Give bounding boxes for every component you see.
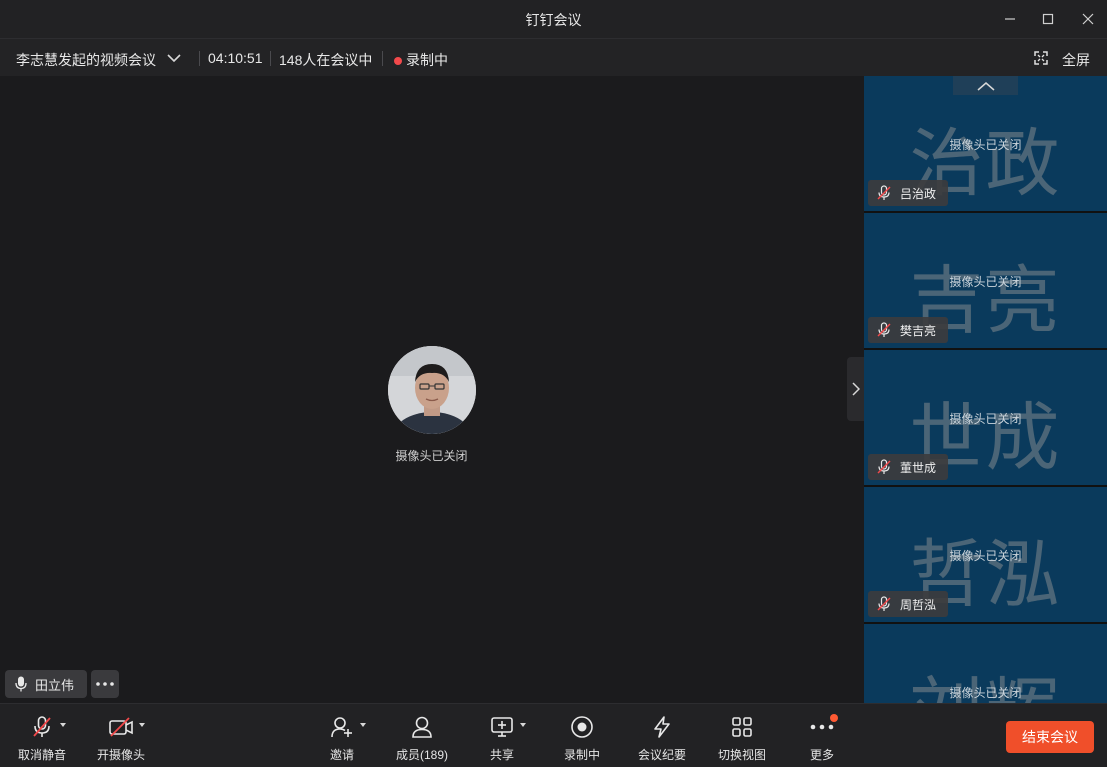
- close-button[interactable]: [1077, 8, 1099, 30]
- meeting-minutes-button[interactable]: 会议纪要: [622, 714, 702, 763]
- chevron-up-icon: [977, 81, 994, 91]
- speaker-more-button[interactable]: [91, 670, 119, 698]
- participant-tile[interactable]: 世成 摄像头已关闭 董世成: [864, 350, 1107, 485]
- camera-off-text: 摄像头已关闭: [949, 138, 1022, 152]
- camera-on-label: 开摄像头: [96, 748, 145, 762]
- camera-off-text: 摄像头已关闭: [949, 275, 1022, 289]
- participant-name: 樊吉亮: [900, 323, 937, 338]
- camera-off-text: 摄像头已关闭: [395, 449, 468, 463]
- participant-tile[interactable]: 刘辉 摄像头已关闭: [864, 624, 1107, 703]
- add-user-icon: [331, 717, 352, 738]
- scroll-up-button[interactable]: [953, 76, 1018, 95]
- bottom-toolbar: 取消静音 开摄像头 邀请 成员(189) 共享 录制中 会议纪要 切换视图 更多…: [0, 703, 1107, 767]
- switch-view-button[interactable]: 切换视图: [702, 714, 782, 763]
- participant-count[interactable]: 148人在会议中: [279, 50, 372, 70]
- participant-name: 董世成: [900, 460, 937, 475]
- switch-view-label: 切换视图: [717, 748, 766, 762]
- microphone-icon: [15, 676, 27, 692]
- recording-label: 录制中: [563, 748, 600, 762]
- share-button[interactable]: 共享: [462, 714, 542, 763]
- more-button[interactable]: 更多: [782, 714, 862, 763]
- participant-name-label: 周哲泓: [868, 591, 949, 617]
- divider: [199, 51, 200, 66]
- camera-off-text: 摄像头已关闭: [949, 412, 1022, 426]
- participant-tile[interactable]: 哲泓 摄像头已关闭 周哲泓: [864, 487, 1107, 622]
- members-button[interactable]: 成员(189): [382, 714, 462, 763]
- caret-down-icon[interactable]: [360, 723, 366, 727]
- ellipsis-icon: [96, 682, 114, 686]
- meeting-minutes-label: 会议纪要: [637, 748, 686, 762]
- camera-on-button[interactable]: 开摄像头: [81, 714, 161, 763]
- unmute-button[interactable]: 取消静音: [2, 714, 82, 763]
- participant-tile[interactable]: 治政 摄像头已关闭 吕治政: [864, 76, 1107, 211]
- speaker-name-chip[interactable]: 田立伟: [5, 670, 87, 698]
- ellipsis-icon: [810, 724, 834, 730]
- recording-dot-icon: [394, 57, 402, 65]
- chevron-right-icon: [852, 382, 860, 396]
- caret-down-icon[interactable]: [520, 723, 526, 727]
- maximize-icon: [1042, 13, 1054, 25]
- maximize-button[interactable]: [1037, 8, 1059, 30]
- avatar: [388, 346, 476, 434]
- user-photo: [388, 346, 476, 434]
- participant-name-label: 樊吉亮: [868, 317, 949, 343]
- recording-button[interactable]: 录制中: [542, 714, 622, 763]
- members-label: 成员(189): [395, 748, 448, 762]
- main-video-stage: 摄像头已关闭 田立伟: [0, 76, 863, 703]
- mic-muted-icon: [33, 716, 51, 737]
- participant-panel: 治政 摄像头已关闭 吕治政 吉亮 摄像头已关闭 樊吉亮 世成 摄像头已关闭 董世…: [864, 76, 1107, 703]
- lightning-icon: [654, 716, 670, 738]
- recording-status: 录制中: [406, 52, 448, 68]
- notification-dot-icon: [830, 714, 838, 722]
- mic-muted-icon: [877, 185, 891, 200]
- caret-down-icon[interactable]: [60, 723, 66, 727]
- meeting-info-bar: 李志慧发起的视频会议 04:10:51 148人在会议中 录制中 全屏: [0, 38, 1107, 76]
- end-meeting-button[interactable]: 结束会议: [1006, 721, 1094, 753]
- speaker-name: 田立伟: [35, 677, 75, 693]
- participant-name-label: 董世成: [868, 454, 949, 480]
- share-label: 共享: [489, 748, 514, 762]
- camera-off-icon: [109, 717, 133, 737]
- mic-muted-icon: [877, 322, 891, 337]
- participant-name: 周哲泓: [900, 597, 937, 612]
- collapse-panel-button[interactable]: [847, 357, 865, 421]
- fullscreen-icon[interactable]: [1034, 51, 1048, 65]
- caret-down-icon[interactable]: [139, 723, 145, 727]
- chevron-down-icon[interactable]: [166, 51, 182, 65]
- participant-name: 吕治政: [900, 186, 937, 201]
- more-label: 更多: [809, 748, 834, 762]
- participant-name-label: 吕治政: [868, 180, 949, 206]
- mic-muted-icon: [877, 459, 891, 474]
- participant-tile[interactable]: 吉亮 摄像头已关闭 樊吉亮: [864, 213, 1107, 348]
- mic-muted-icon: [877, 596, 891, 611]
- camera-off-text: 摄像头已关闭: [949, 549, 1022, 563]
- record-icon: [571, 716, 593, 738]
- user-icon: [412, 716, 432, 738]
- meeting-name: 李志慧发起的视频会议: [16, 52, 156, 68]
- invite-button[interactable]: 邀请: [302, 714, 382, 763]
- grid-icon: [732, 717, 752, 737]
- meeting-duration: 04:10:51: [208, 50, 263, 66]
- fullscreen-button[interactable]: 全屏: [1062, 50, 1090, 70]
- invite-label: 邀请: [329, 748, 354, 762]
- divider: [270, 51, 271, 66]
- minimize-icon: [1005, 18, 1015, 20]
- title-bar: 钉钉会议: [0, 0, 1107, 38]
- minimize-button[interactable]: [999, 8, 1021, 30]
- window-title: 钉钉会议: [525, 12, 582, 28]
- unmute-label: 取消静音: [17, 748, 66, 762]
- divider: [382, 51, 383, 66]
- camera-off-text: 摄像头已关闭: [949, 686, 1022, 700]
- share-screen-icon: [491, 717, 513, 737]
- close-icon: [1082, 13, 1094, 25]
